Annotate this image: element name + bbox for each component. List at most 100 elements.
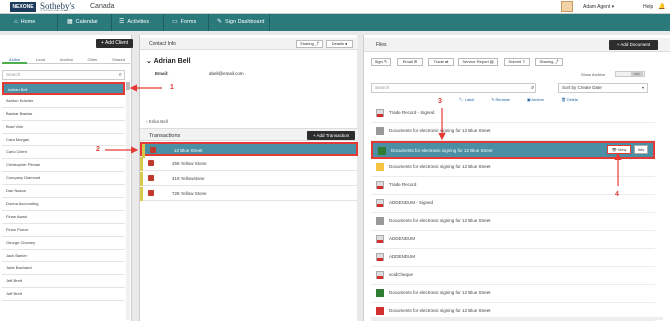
contact-name[interactable]: ⌄ Adrian Bell	[146, 57, 191, 65]
list-item[interactable]: Donna Accounting	[2, 198, 125, 211]
tab-archive[interactable]: Archive	[54, 55, 79, 64]
add-client-button[interactable]: + Add Client	[96, 39, 133, 48]
archive-action[interactable]: ▣ Archive	[527, 98, 552, 102]
nexone-logo[interactable]: NEXONE	[10, 2, 36, 12]
list-item[interactable]: Jeff Brett	[2, 288, 125, 302]
client-search-input[interactable]: Search ⌕	[2, 70, 125, 80]
report-icon: ▤	[489, 59, 494, 64]
list-icon: ☰	[119, 19, 125, 25]
submit-icon: ⇪	[522, 59, 526, 64]
user-menu[interactable]: Adam Agent ▾	[583, 4, 614, 10]
document-row[interactable]: Trade Record	[371, 177, 655, 195]
list-item[interactable]: Dan Nason	[2, 185, 125, 199]
list-item[interactable]: Adrian Bell	[2, 82, 125, 95]
transaction-row[interactable]: 728 Yellow Stone	[140, 187, 358, 201]
show-archive-toggle[interactable]: OFF	[615, 71, 645, 77]
clients-panel: + Add Client Active Lead Archive Other S…	[0, 35, 133, 321]
document-row[interactable]: Documents for electronic signing for 12 …	[371, 285, 655, 303]
trade-button[interactable]: Trade ⇄	[428, 58, 454, 66]
document-row[interactable]: ADDENDUM	[371, 231, 655, 249]
nav-forms[interactable]: ▭ Forms	[168, 14, 209, 31]
delete-action[interactable]: 🗑 Delete	[561, 98, 586, 102]
list-item[interactable]: Ashton Kutcher	[2, 95, 125, 108]
tab-lead[interactable]: Lead	[28, 55, 53, 64]
bell-icon[interactable]: 🔔	[658, 3, 665, 10]
document-row[interactable]: ADDENDUM	[371, 249, 655, 267]
files-scrollbar[interactable]	[371, 317, 663, 320]
transaction-row[interactable]: 256 Yellow Stone	[140, 157, 358, 171]
list-item[interactable]: Finan Punce	[2, 224, 125, 237]
list-item[interactable]: Carlo Client	[2, 146, 125, 160]
eye-icon: 👁	[611, 147, 617, 152]
sort-select[interactable]: Sort by Create Date ▾	[558, 83, 648, 93]
transaction-row[interactable]: 419 Yellowstone	[140, 172, 358, 186]
submit-button[interactable]: Submit ⇪	[504, 58, 530, 66]
transactions-title: Transactions	[149, 133, 181, 139]
document-row[interactable]: voidCheque	[371, 267, 655, 285]
list-item[interactable]: Jade Bachand	[2, 262, 125, 276]
client-list-scrollbar[interactable]	[126, 82, 130, 320]
folder-icon	[376, 217, 384, 225]
tab-active[interactable]: Active	[2, 55, 27, 64]
show-archive-label: Show Archive	[581, 72, 606, 77]
help-link[interactable]: Help	[643, 4, 653, 10]
nav-home[interactable]: ⌂ Home	[10, 14, 58, 31]
document-row[interactable]: Trade Record - Signed	[371, 105, 655, 123]
search-icon[interactable]: ⌕	[119, 71, 122, 79]
list-item[interactable]: George Clooney	[2, 237, 125, 250]
co-contact-name[interactable]: › Erika Bell	[146, 119, 168, 124]
annotation-label-4: 4	[615, 191, 619, 198]
sign-button[interactable]: Sign ✎	[371, 58, 391, 66]
list-item[interactable]: Finan Awad	[2, 211, 125, 224]
nav-activities[interactable]: ☰ Activities	[115, 14, 164, 31]
share-icon: ⤴	[554, 59, 559, 64]
chevron-down-icon: ⌄	[146, 58, 152, 65]
files-header: Files + Add Document	[364, 38, 670, 52]
info-button[interactable]: Info	[634, 145, 648, 154]
transactions-header: Transactions + Add Transaction	[140, 128, 358, 141]
list-item[interactable]: Brad Vink	[2, 121, 125, 134]
home-icon: ⌂	[14, 19, 18, 25]
search-icon[interactable]: ⌕	[531, 83, 538, 93]
nav-calendar[interactable]: ▦ Calendar	[63, 14, 112, 31]
files-title: Files	[376, 42, 387, 48]
list-item[interactable]: Christopher Pitman	[2, 159, 125, 173]
files-sharing-button[interactable]: Sharing ⤴	[535, 58, 563, 66]
status-bar	[140, 187, 143, 201]
transaction-row[interactable]: 12 Blue Street	[140, 142, 358, 158]
document-search-input[interactable]: Search	[371, 83, 536, 93]
add-document-button[interactable]: + Add Document	[609, 40, 658, 50]
service-report-button[interactable]: Service Report ▤	[458, 58, 498, 66]
sharing-button[interactable]: Sharing ⤴	[296, 40, 323, 48]
list-item[interactable]: Jack Barker	[2, 250, 125, 263]
top-bar: NEXONE Sotheby's INTERNATIONAL REALTY Ca…	[0, 0, 670, 14]
tab-other[interactable]: Other	[80, 55, 105, 64]
document-row[interactable]: Documents for electronic signing for 12 …	[371, 159, 655, 177]
annotation-label-2: 2	[96, 146, 100, 153]
folder-icon	[376, 127, 384, 135]
add-transaction-button[interactable]: + Add Transaction	[307, 131, 355, 140]
avatar[interactable]	[561, 1, 573, 12]
pdf-icon	[376, 199, 384, 207]
email-value[interactable]: abell@email.com	[209, 71, 244, 76]
label-action[interactable]: 🏷 Label	[459, 98, 482, 102]
rename-action[interactable]: ✎ Rename	[491, 98, 518, 102]
list-item[interactable]: Cara Morgan	[2, 134, 125, 147]
document-row[interactable]: Documents for electronic signing for 12 …	[371, 141, 655, 159]
email-button[interactable]: Email ✉	[397, 58, 423, 66]
details-button[interactable]: Details ●	[326, 40, 353, 48]
pdf-icon	[376, 181, 384, 189]
scroll-thumb[interactable]	[126, 82, 130, 90]
list-item[interactable]: Jeff Brett	[2, 275, 125, 289]
view-button[interactable]: 👁 View	[607, 145, 631, 154]
nav-sign-dashboard[interactable]: ✎ Sign Dashboard	[213, 14, 270, 31]
list-item[interactable]: Bashar Bashar	[2, 108, 125, 121]
document-row[interactable]: Documents for electronic signing for 12 …	[371, 213, 655, 231]
document-row[interactable]: Documents for electronic signing for 12 …	[371, 123, 655, 141]
pen-icon: ✎	[217, 19, 223, 25]
tab-shared[interactable]: Shared	[106, 55, 131, 64]
list-item[interactable]: Company Diamond	[2, 172, 125, 186]
envelope-icon: ✉	[413, 59, 418, 64]
document-row[interactable]: ADDENDUM - Signed	[371, 195, 655, 213]
document-actions-header: 🏷 Label ✎ Rename ▣ Archive 🗑 Delete	[459, 97, 659, 103]
